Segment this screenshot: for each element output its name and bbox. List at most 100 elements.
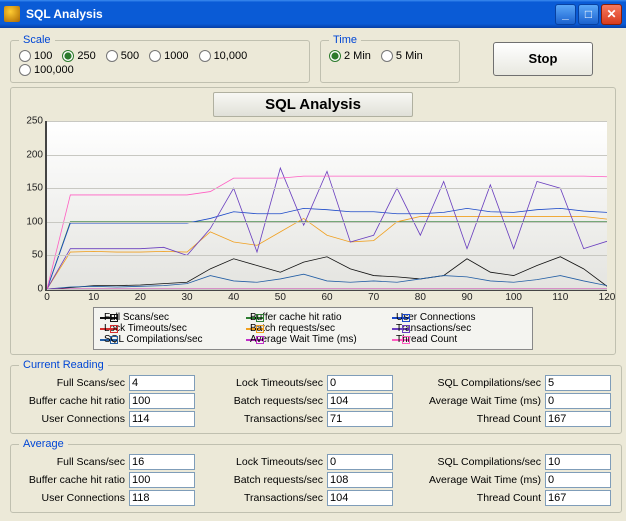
x-tick: 20 bbox=[135, 292, 146, 303]
time-label: 2 Min bbox=[344, 50, 371, 62]
y-tick: 100 bbox=[17, 216, 43, 227]
current-avg-wait[interactable] bbox=[545, 393, 611, 409]
scale-label: 500 bbox=[121, 50, 139, 62]
average-legend: Average bbox=[19, 438, 68, 450]
average-buffer-cache[interactable] bbox=[129, 472, 195, 488]
maximize-button[interactable]: □ bbox=[578, 4, 599, 25]
x-tick: 50 bbox=[275, 292, 286, 303]
scale-radio[interactable] bbox=[19, 64, 31, 76]
y-tick: 50 bbox=[17, 250, 43, 261]
label-thread-count-avg: Thread Count bbox=[425, 492, 545, 504]
scale-group: Scale 100 250 500 1000 10,000 100,000 bbox=[10, 34, 310, 83]
label-buffer-cache-avg: Buffer cache hit ratio bbox=[19, 474, 129, 486]
legend-item: Full Scans/sec bbox=[100, 312, 234, 323]
label-user-conn-avg: User Connections bbox=[19, 492, 129, 504]
legend-item: User Connections bbox=[392, 312, 526, 323]
x-tick: 0 bbox=[44, 292, 50, 303]
scale-label: 250 bbox=[77, 50, 95, 62]
chart-canvas: 0501001502002500102030405060708090100110… bbox=[45, 121, 607, 291]
current-reading-group: Current Reading Full Scans/sec Lock Time… bbox=[10, 359, 622, 434]
current-thread-count[interactable] bbox=[545, 411, 611, 427]
x-tick: 60 bbox=[321, 292, 332, 303]
current-lock-timeouts[interactable] bbox=[327, 375, 393, 391]
current-full-scans[interactable] bbox=[129, 375, 195, 391]
current-buffer-cache[interactable] bbox=[129, 393, 195, 409]
time-option[interactable]: 2 Min bbox=[329, 50, 371, 62]
scale-radio[interactable] bbox=[199, 50, 211, 62]
time-radio[interactable] bbox=[329, 50, 341, 62]
series-line bbox=[47, 216, 607, 289]
series-line bbox=[47, 176, 607, 289]
scale-radio[interactable] bbox=[149, 50, 161, 62]
minimize-button[interactable]: _ bbox=[555, 4, 576, 25]
legend-item: Batch requests/sec bbox=[246, 323, 380, 334]
label-full-scans: Full Scans/sec bbox=[19, 377, 129, 389]
average-user-conn[interactable] bbox=[129, 490, 195, 506]
close-button[interactable]: ✕ bbox=[601, 4, 622, 25]
label-sql-compilations: SQL Compilations/sec bbox=[425, 377, 545, 389]
label-batch-requests-avg: Batch requests/sec bbox=[227, 474, 327, 486]
scale-label: 1000 bbox=[164, 50, 188, 62]
scale-option[interactable]: 500 bbox=[106, 50, 139, 62]
window-title: SQL Analysis bbox=[26, 7, 103, 21]
x-tick: 120 bbox=[599, 292, 616, 303]
current-batch-requests[interactable] bbox=[327, 393, 393, 409]
scale-option[interactable]: 10,000 bbox=[199, 50, 248, 62]
scale-label: 10,000 bbox=[214, 50, 248, 62]
scale-option[interactable]: 250 bbox=[62, 50, 95, 62]
label-avg-wait: Average Wait Time (ms) bbox=[425, 395, 545, 407]
label-full-scans-avg: Full Scans/sec bbox=[19, 456, 129, 468]
x-tick: 10 bbox=[88, 292, 99, 303]
chart-title: SQL Analysis bbox=[213, 92, 413, 117]
legend-item: Buffer cache hit ratio bbox=[246, 312, 380, 323]
legend-item: Transactions/sec bbox=[392, 323, 526, 334]
time-radio[interactable] bbox=[381, 50, 393, 62]
x-tick: 40 bbox=[228, 292, 239, 303]
y-gridline bbox=[47, 222, 607, 223]
current-user-conn[interactable] bbox=[129, 411, 195, 427]
scale-radio[interactable] bbox=[62, 50, 74, 62]
average-batch-requests[interactable] bbox=[327, 472, 393, 488]
label-thread-count: Thread Count bbox=[425, 413, 545, 425]
current-sql-compilations[interactable] bbox=[545, 375, 611, 391]
stop-button[interactable]: Stop bbox=[493, 42, 593, 76]
average-transactions[interactable] bbox=[327, 490, 393, 506]
x-tick: 80 bbox=[415, 292, 426, 303]
scale-legend: Scale bbox=[19, 34, 55, 46]
current-transactions[interactable] bbox=[327, 411, 393, 427]
legend-label: SQL Compilations/sec bbox=[104, 334, 203, 345]
time-group: Time 2 Min 5 Min bbox=[320, 34, 460, 83]
x-tick: 90 bbox=[461, 292, 472, 303]
scale-radio[interactable] bbox=[19, 50, 31, 62]
average-lock-timeouts[interactable] bbox=[327, 454, 393, 470]
scale-option[interactable]: 1000 bbox=[149, 50, 188, 62]
y-gridline bbox=[47, 255, 607, 256]
chart-legend: Full Scans/sec Buffer cache hit ratio User… bbox=[93, 307, 533, 350]
average-sql-compilations[interactable] bbox=[545, 454, 611, 470]
scale-option[interactable]: 100,000 bbox=[19, 64, 74, 76]
legend-item: Lock Timeouts/sec bbox=[100, 323, 234, 334]
y-gridline bbox=[47, 289, 607, 290]
time-legend: Time bbox=[329, 34, 361, 46]
x-tick: 110 bbox=[552, 292, 568, 303]
y-tick: 250 bbox=[17, 116, 43, 127]
label-user-conn: User Connections bbox=[19, 413, 129, 425]
average-full-scans[interactable] bbox=[129, 454, 195, 470]
average-group: Average Full Scans/sec Lock Timeouts/sec… bbox=[10, 438, 622, 513]
time-option[interactable]: 5 Min bbox=[381, 50, 423, 62]
scale-label: 100 bbox=[34, 50, 52, 62]
y-tick: 150 bbox=[17, 183, 43, 194]
titlebar: SQL Analysis _ □ ✕ bbox=[0, 0, 626, 28]
label-buffer-cache: Buffer cache hit ratio bbox=[19, 395, 129, 407]
average-thread-count[interactable] bbox=[545, 490, 611, 506]
average-avg-wait[interactable] bbox=[545, 472, 611, 488]
current-reading-legend: Current Reading bbox=[19, 359, 108, 371]
scale-radio[interactable] bbox=[106, 50, 118, 62]
legend-item: SQL Compilations/sec bbox=[100, 334, 234, 345]
series-line bbox=[47, 168, 607, 289]
label-transactions: Transactions/sec bbox=[227, 413, 327, 425]
time-label: 5 Min bbox=[396, 50, 423, 62]
legend-item: Thread Count bbox=[392, 334, 526, 345]
label-sql-compilations-avg: SQL Compilations/sec bbox=[425, 456, 545, 468]
scale-option[interactable]: 100 bbox=[19, 50, 52, 62]
